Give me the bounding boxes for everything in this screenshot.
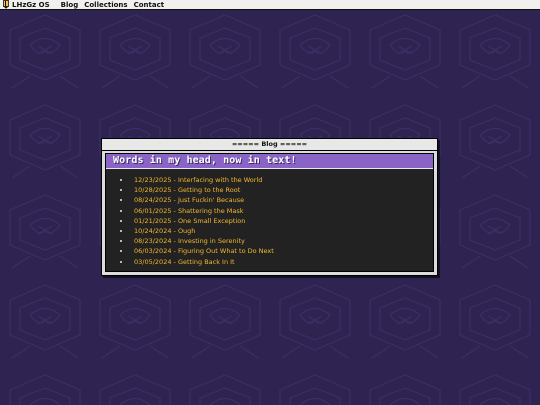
post-link[interactable]: 10/24/2024 - Ough xyxy=(106,226,433,236)
bullet-icon xyxy=(120,229,122,232)
post-link[interactable]: 12/23/2025 - Interfacing with the World xyxy=(106,175,433,185)
pencil-icon[interactable] xyxy=(2,0,9,10)
bullet-icon xyxy=(120,209,122,212)
menu-collections[interactable]: Collections xyxy=(84,1,127,9)
post-link[interactable]: 06/01/2025 - Shattering the Mask xyxy=(106,206,433,216)
bullet-icon xyxy=(120,189,122,192)
bullet-icon xyxy=(120,250,122,253)
post-link[interactable]: 01/21/2025 - One Small Exception xyxy=(106,216,433,226)
blog-banner: Words in my head, now in text! xyxy=(106,154,433,169)
menu-contact[interactable]: Contact xyxy=(134,1,165,9)
post-link[interactable]: 10/28/2025 - Getting to the Root xyxy=(106,185,433,195)
bullet-icon xyxy=(120,240,122,243)
window-title-bar[interactable]: ===== Blog ===== xyxy=(102,139,437,151)
menu-blog[interactable]: Blog xyxy=(61,1,79,9)
post-link[interactable]: 03/05/2024 - Getting Back In It xyxy=(106,257,433,267)
bullet-icon xyxy=(120,219,122,222)
post-list: 12/23/2025 - Interfacing with the World … xyxy=(106,175,433,267)
bullet-icon xyxy=(120,199,122,202)
post-link[interactable]: 06/03/2024 - Figuring Out What to Do Nex… xyxy=(106,246,433,256)
window-content: Words in my head, now in text! 12/23/202… xyxy=(105,153,434,272)
menu-bar: LHzGz OS Blog Collections Contact xyxy=(0,0,540,10)
os-name-menu[interactable]: LHzGz OS xyxy=(12,1,50,9)
bullet-icon xyxy=(120,260,122,263)
window-title: ===== Blog ===== xyxy=(231,140,308,148)
bullet-icon xyxy=(120,179,122,181)
post-link[interactable]: 08/23/2024 - Investing in Serenity xyxy=(106,236,433,246)
blog-window: ===== Blog ===== Words in my head, now i… xyxy=(101,138,438,276)
post-link[interactable]: 08/24/2025 - Just Fuckin' Because xyxy=(106,195,433,205)
